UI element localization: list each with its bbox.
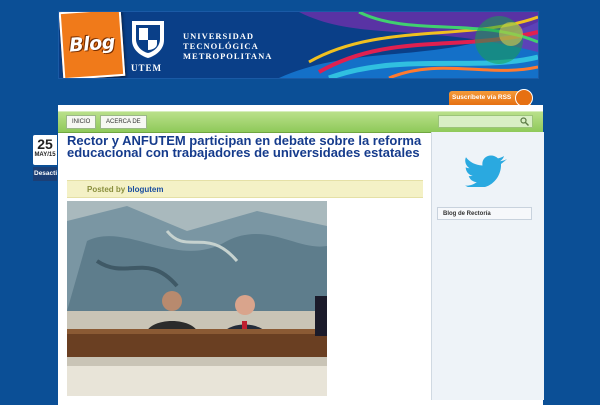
search-icon[interactable]: [520, 117, 529, 126]
university-name: UNIVERSIDAD TECNOLÓGICA METROPOLITANA: [183, 31, 272, 61]
nav-item-acerca[interactable]: ACERCA DE: [100, 115, 147, 129]
rss-label: Suscríbete vía RSS: [452, 94, 512, 101]
rss-subscribe-button[interactable]: Suscríbete vía RSS: [449, 89, 533, 107]
posted-by-label: Posted by: [87, 185, 126, 194]
blog-badge-text: Blog: [68, 31, 116, 57]
post-date-day: 25: [37, 136, 53, 152]
twitter-icon[interactable]: [465, 155, 509, 187]
post-meta: Posted by blogutem: [67, 180, 423, 198]
sidebar-widget-title: Blog de Rectoría: [437, 207, 532, 220]
post-title[interactable]: Rector y ANFUTEM participan en debate so…: [67, 134, 427, 159]
post-date: 25 MAY/15: [33, 135, 57, 165]
search-input[interactable]: [439, 116, 521, 127]
post-date-month: MAY/15: [34, 152, 56, 158]
post-category-tag[interactable]: Desactivar: [33, 167, 57, 181]
post-author-link[interactable]: blogutem: [127, 185, 163, 194]
university-line: METROPOLITANA: [183, 51, 273, 61]
university-line: TECNOLÓGICA: [183, 41, 259, 51]
logo-short: UTEM: [131, 63, 162, 73]
post-photo[interactable]: [67, 201, 327, 396]
blog-badge: Blog: [59, 12, 126, 78]
nav-item-inicio[interactable]: INICIO: [66, 115, 97, 129]
search-box: [438, 115, 533, 128]
university-line: UNIVERSIDAD: [183, 31, 254, 41]
utem-shield-icon: [132, 21, 164, 58]
header-banner[interactable]: Blog UTEM UNIVERSIDAD TECNOLÓGICA METROP…: [58, 11, 539, 79]
